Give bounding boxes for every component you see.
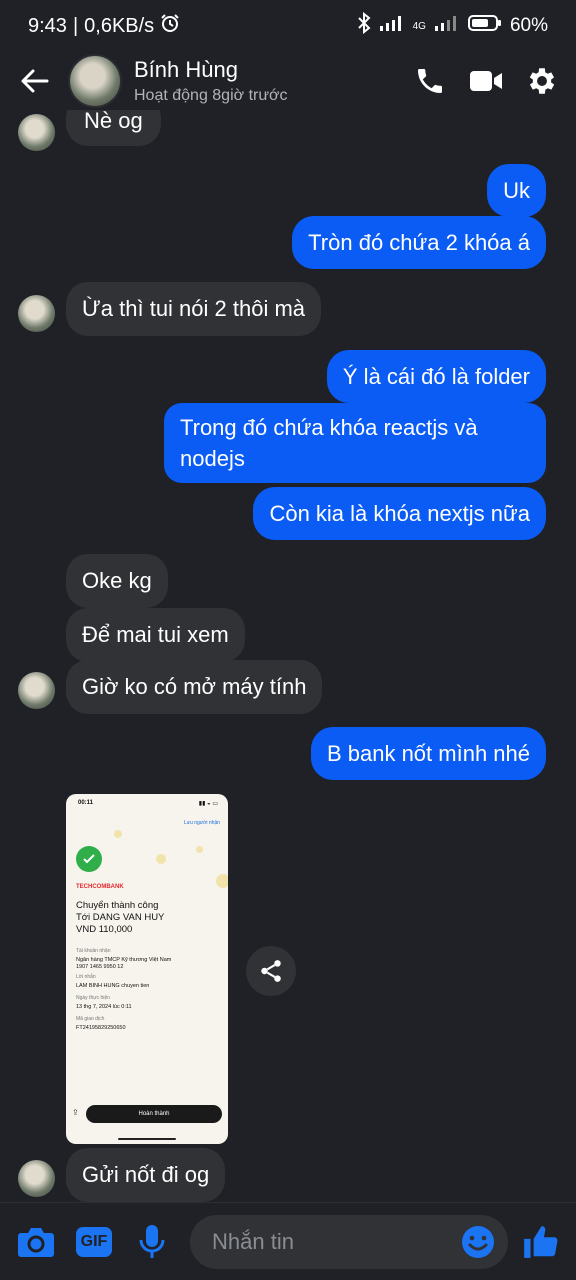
status-net-speed: 0,6KB/s — [84, 14, 155, 37]
receipt-home-indicator — [118, 1138, 176, 1140]
sender-avatar[interactable] — [18, 295, 55, 332]
settings-gear-icon[interactable] — [524, 63, 560, 99]
receipt-account-number: 1907 1465 9950 12 — [76, 964, 124, 970]
receipt-date: 13 thg 7, 2024 lúc 0:11 — [76, 1004, 132, 1010]
message-input[interactable]: Nhắn tin — [190, 1214, 508, 1269]
message-placeholder: Nhắn tin — [212, 1228, 294, 1254]
camera-icon[interactable] — [16, 1222, 56, 1262]
microphone-icon[interactable] — [132, 1222, 172, 1262]
network-type: 4G — [412, 20, 426, 32]
outgoing-message[interactable]: Ý là cái đó là folder — [326, 350, 546, 403]
sender-avatar[interactable] — [18, 672, 55, 709]
receipt-label-date: Ngày thực hiện — [76, 995, 110, 1001]
receipt-txn-id: FT24195829250650 — [76, 1025, 126, 1031]
sender-avatar[interactable] — [18, 114, 55, 151]
phone-call-icon[interactable] — [412, 63, 448, 99]
outgoing-message[interactable]: Uk — [487, 164, 546, 217]
share-icon[interactable] — [246, 946, 296, 996]
contact-status: Hoạt động 8giờ trước — [134, 86, 288, 104]
receipt-title: Chuyển thành công Tới DANG VAN HUY VND 1… — [76, 900, 221, 936]
receipt-signal-icon: ▮▮ ◒ ▭ — [198, 801, 218, 807]
receipt-title-line1: Chuyển thành công — [76, 900, 159, 911]
contact-info[interactable]: Bính Hùng Hoạt động 8giờ trước — [134, 57, 412, 104]
receipt-title-line2: Tới DANG VAN HUY — [76, 912, 165, 923]
receipt-done-button: Hoàn thành — [86, 1105, 222, 1123]
back-arrow-icon[interactable] — [18, 64, 52, 98]
receipt-share-icon: ⇪ — [72, 1108, 79, 1117]
receipt-amount: VND 110,000 — [76, 924, 133, 935]
success-check-icon — [76, 846, 102, 872]
incoming-message[interactable]: Nè og — [66, 110, 161, 146]
incoming-message[interactable]: Để mai tui xem — [66, 608, 245, 662]
outgoing-message[interactable]: B bank nốt mình nhé — [310, 727, 546, 780]
signal-icon — [379, 14, 405, 38]
receipt-time: 00:11 — [78, 800, 94, 806]
video-call-icon[interactable] — [468, 63, 504, 99]
outgoing-message[interactable]: Tròn đó chứa 2 khóa á — [292, 216, 546, 269]
status-time: 9:43 — [28, 14, 67, 37]
contact-avatar[interactable] — [68, 54, 122, 108]
battery-level: 60% — [509, 15, 548, 36]
gif-icon[interactable]: GIF — [74, 1222, 114, 1262]
status-bar: 9:43 | 0,6KB/s 4G 60% — [0, 0, 576, 52]
alarm-icon — [160, 13, 180, 39]
signal-icon-2 — [434, 14, 460, 38]
incoming-message[interactable]: Oke kg — [66, 554, 168, 608]
receipt-bank-name: Ngân hàng TMCP Kỹ thương Việt Nam — [76, 957, 172, 963]
sender-avatar[interactable] — [18, 1160, 55, 1197]
chat-header: Bính Hùng Hoạt động 8giờ trước — [0, 52, 576, 110]
receipt-label-message: Lời nhắn — [76, 974, 96, 980]
message-composer: GIF Nhắn tin — [0, 1202, 576, 1280]
emoji-icon[interactable] — [460, 1224, 496, 1260]
bluetooth-icon — [357, 11, 371, 40]
bank-receipt-image[interactable]: 00:11 ▮▮ ◒ ▭ Lưu người nhận TECHCOMBANK … — [66, 794, 228, 1144]
outgoing-message[interactable]: Còn kia là khóa nextjs nữa — [253, 487, 546, 540]
techcombank-logo: TECHCOMBANK — [76, 884, 124, 890]
incoming-message[interactable]: Giờ ko có mở máy tính — [66, 660, 323, 714]
receipt-label-txn: Mã giao dịch — [76, 1016, 105, 1022]
message-list[interactable]: Nè og Uk Tròn đó chứa 2 khóa á Ừa thì tu… — [0, 110, 576, 1202]
gif-label: GIF — [76, 1226, 112, 1257]
outgoing-message[interactable]: Trong đó chứa khóa reactjs và nodejs — [164, 403, 546, 483]
incoming-message[interactable]: Ừa thì tui nói 2 thôi mà — [66, 282, 322, 336]
contact-name: Bính Hùng — [134, 57, 238, 83]
receipt-save-recipient: Lưu người nhận — [183, 820, 220, 826]
status-divider: | — [72, 14, 79, 37]
thumbs-up-icon[interactable] — [520, 1222, 560, 1262]
incoming-message[interactable]: Gửi nốt đi og — [66, 1148, 226, 1202]
receipt-message: LAM BINH HUNG chuyen tien — [76, 983, 150, 989]
battery-icon — [467, 14, 502, 38]
receipt-label-account: Tài khoản nhận — [76, 948, 111, 954]
